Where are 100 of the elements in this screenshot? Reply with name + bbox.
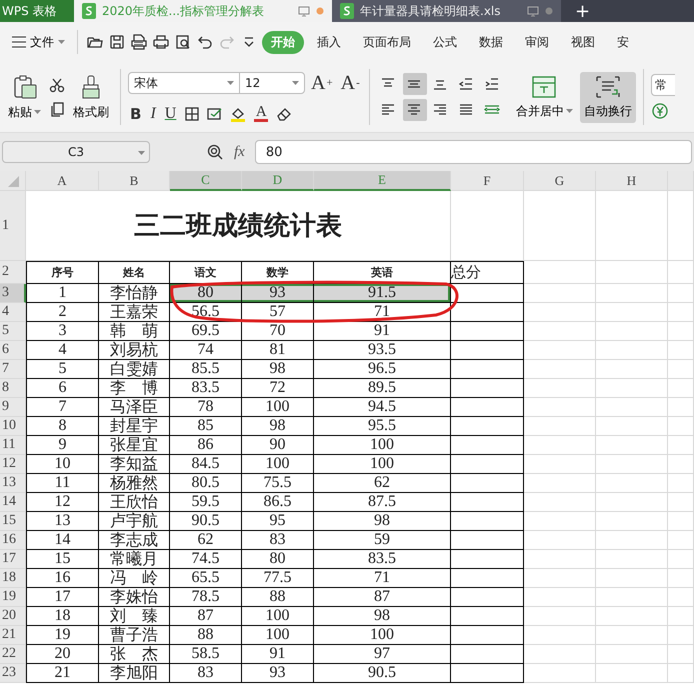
row-header[interactable]: 4 bbox=[0, 303, 26, 322]
column-header[interactable]: G bbox=[524, 171, 596, 191]
paste-button[interactable]: 粘贴 bbox=[4, 70, 45, 124]
table-cell: 20 bbox=[26, 645, 99, 664]
table-cell: 5 bbox=[26, 360, 99, 379]
align-center-button[interactable] bbox=[402, 99, 427, 121]
print-preview-icon[interactable] bbox=[174, 33, 192, 51]
row-header[interactable]: 6 bbox=[0, 341, 26, 360]
row-header[interactable]: 21 bbox=[0, 626, 26, 645]
document-tab[interactable]: 年计量器具请检明细表.xls bbox=[332, 0, 561, 22]
row-header[interactable]: 19 bbox=[0, 588, 26, 607]
table-cell bbox=[596, 645, 668, 664]
ribbon-tab[interactable]: 公式 bbox=[424, 30, 466, 54]
table-cell: 马泽臣 bbox=[99, 398, 170, 417]
table-cell: 100 bbox=[314, 626, 451, 645]
align-middle-button[interactable] bbox=[402, 73, 427, 95]
ribbon-tab[interactable]: 页面布局 bbox=[354, 30, 420, 54]
zoom-icon[interactable] bbox=[206, 143, 224, 161]
table-cell: 9 bbox=[26, 436, 99, 455]
font-color-button[interactable]: A bbox=[252, 104, 270, 124]
currency-icon[interactable] bbox=[650, 102, 669, 120]
table-cell: 李志成 bbox=[99, 531, 170, 550]
formula-field[interactable]: 80 bbox=[254, 140, 692, 164]
bold-button[interactable]: B bbox=[128, 102, 144, 124]
row-header[interactable]: 14 bbox=[0, 493, 26, 512]
row-header[interactable]: 15 bbox=[0, 512, 26, 531]
table-cell: 83 bbox=[242, 531, 314, 550]
table-cell bbox=[668, 626, 694, 645]
merge-center-button[interactable]: 合并居中 bbox=[512, 72, 577, 122]
table-cell bbox=[668, 512, 694, 531]
ribbon-tab[interactable]: 数据 bbox=[470, 30, 512, 54]
print-icon[interactable] bbox=[152, 33, 170, 51]
table-cell: 78.5 bbox=[170, 588, 242, 607]
function-label[interactable]: fx bbox=[234, 144, 245, 160]
ribbon-tab[interactable]: 视图 bbox=[562, 30, 604, 54]
wrap-text-button[interactable]: 自动换行 bbox=[580, 72, 636, 122]
column-header[interactable]: A bbox=[26, 171, 99, 191]
clipboard-icon bbox=[12, 74, 38, 100]
row-header[interactable]: 20 bbox=[0, 607, 26, 626]
column-header[interactable]: F bbox=[451, 171, 524, 191]
table-cell bbox=[596, 398, 668, 417]
cut-icon[interactable] bbox=[48, 76, 66, 94]
pdf-icon[interactable] bbox=[130, 33, 148, 51]
table-cell: 李 博 bbox=[99, 379, 170, 398]
row-header[interactable]: 17 bbox=[0, 550, 26, 569]
table-cell bbox=[524, 607, 596, 626]
table-cell bbox=[668, 284, 694, 303]
row-header[interactable]: 16 bbox=[0, 531, 26, 550]
shrink-font-button[interactable]: A$^{-}$ bbox=[338, 70, 362, 96]
app-name: WPS 表格 bbox=[0, 0, 74, 22]
table-cell bbox=[668, 398, 694, 417]
ribbon-tab[interactable]: 审阅 bbox=[516, 30, 558, 54]
row-header[interactable]: 5 bbox=[0, 322, 26, 341]
new-tab-button[interactable]: + bbox=[561, 0, 604, 22]
row-header[interactable]: 2 bbox=[0, 261, 26, 284]
row-header[interactable]: 22 bbox=[0, 645, 26, 664]
table-cell: 80 bbox=[242, 550, 314, 569]
number-format-field[interactable]: 常 bbox=[650, 74, 675, 96]
grow-font-button[interactable]: A$^{+}$ bbox=[309, 70, 335, 96]
format-painter-button[interactable]: 格式刷 bbox=[69, 70, 113, 124]
row-header[interactable]: 10 bbox=[0, 417, 26, 436]
table-cell bbox=[596, 569, 668, 588]
save-icon[interactable] bbox=[108, 33, 126, 51]
row-header[interactable]: 12 bbox=[0, 455, 26, 474]
table-cell: 57 bbox=[242, 303, 314, 322]
table-cell: 杨雅然 bbox=[99, 474, 170, 493]
row-header[interactable]: 3 bbox=[0, 284, 26, 303]
row-header[interactable]: 8 bbox=[0, 379, 26, 398]
font-name-field[interactable]: 宋体 bbox=[128, 72, 240, 94]
row-header[interactable]: 23 bbox=[0, 664, 26, 683]
name-box[interactable]: C3 bbox=[2, 141, 150, 163]
row-header[interactable]: 7 bbox=[0, 360, 26, 379]
italic-button[interactable]: I bbox=[148, 102, 158, 124]
file-menu[interactable]: 文件 bbox=[8, 34, 69, 50]
row-header[interactable]: 1 bbox=[0, 191, 26, 261]
table-cell bbox=[596, 607, 668, 626]
table-cell bbox=[524, 493, 596, 512]
underline-button[interactable]: U bbox=[162, 102, 178, 124]
table-cell bbox=[596, 531, 668, 550]
column-header[interactable]: B bbox=[99, 171, 170, 191]
ribbon-tab[interactable]: 安 bbox=[608, 30, 638, 54]
row-header[interactable]: 18 bbox=[0, 569, 26, 588]
row-header[interactable]: 11 bbox=[0, 436, 26, 455]
table-cell bbox=[596, 284, 668, 303]
table-cell: 王欣怡 bbox=[99, 493, 170, 512]
table-cell bbox=[596, 626, 668, 645]
ribbon-tab[interactable]: 插入 bbox=[308, 30, 350, 54]
table-cell: 100 bbox=[242, 626, 314, 645]
row-header[interactable]: 13 bbox=[0, 474, 26, 493]
table-cell: 100 bbox=[242, 455, 314, 474]
table-cell: 3 bbox=[26, 322, 99, 341]
table-cell bbox=[668, 261, 694, 284]
column-header[interactable]: H bbox=[596, 171, 668, 191]
borders-icon[interactable] bbox=[183, 104, 202, 122]
table-cell bbox=[596, 474, 668, 493]
caret-icon bbox=[138, 151, 145, 156]
font-size-field[interactable]: 12 bbox=[239, 72, 305, 94]
table-cell: 72 bbox=[242, 379, 314, 398]
row-header[interactable]: 9 bbox=[0, 398, 26, 417]
table-cell bbox=[596, 550, 668, 569]
